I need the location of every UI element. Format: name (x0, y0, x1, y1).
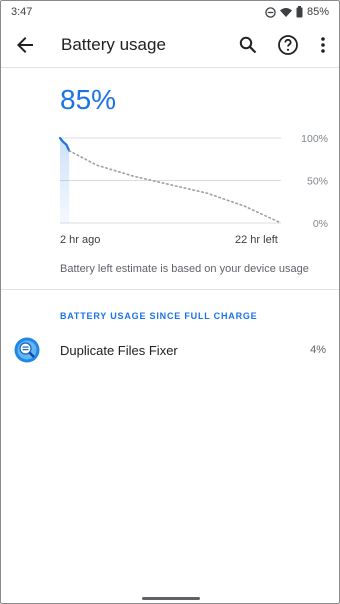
history-area (60, 138, 70, 223)
x-label-left: 2 hr ago (60, 234, 101, 246)
section-divider (1, 289, 339, 290)
status-battery-percent: 85% (306, 6, 329, 18)
projection-line (68, 149, 282, 224)
y-tick-label: 0% (313, 218, 328, 230)
back-arrow-icon[interactable] (13, 33, 37, 57)
y-tick-label: 50% (307, 176, 328, 188)
page-title: Battery usage (61, 35, 166, 54)
battery-icon (296, 6, 303, 18)
more-options-icon[interactable] (311, 33, 335, 57)
section-header: BATTERY USAGE SINCE FULL CHARGE (60, 311, 258, 321)
app-usage-row[interactable]: Duplicate Files Fixer 4% (1, 333, 339, 367)
phone-screen: 3:47 85% Battery usage 85% 100% 50% 0% 2… (0, 0, 340, 604)
app-bar: Battery usage (1, 23, 339, 67)
status-bar: 3:47 85% (1, 1, 339, 23)
app-usage-percent: 4% (310, 344, 326, 356)
help-icon[interactable] (276, 33, 300, 57)
x-label-right: 22 hr left (235, 234, 278, 246)
estimate-note: Battery left estimate is based on your d… (60, 263, 309, 275)
wifi-icon (279, 7, 292, 18)
do-not-disturb-icon (265, 6, 276, 18)
battery-percent: 85% (60, 84, 117, 115)
app-name: Duplicate Files Fixer (60, 343, 178, 358)
y-tick-label: 100% (301, 133, 328, 145)
search-icon[interactable] (236, 33, 260, 57)
app-bar-divider (1, 67, 339, 68)
status-time: 3:47 (11, 6, 33, 18)
battery-chart: 100% 50% 0% (58, 133, 328, 230)
navigation-handle[interactable] (142, 597, 200, 600)
duplicate-files-fixer-icon (14, 337, 40, 363)
status-icons: 85% (265, 6, 329, 18)
